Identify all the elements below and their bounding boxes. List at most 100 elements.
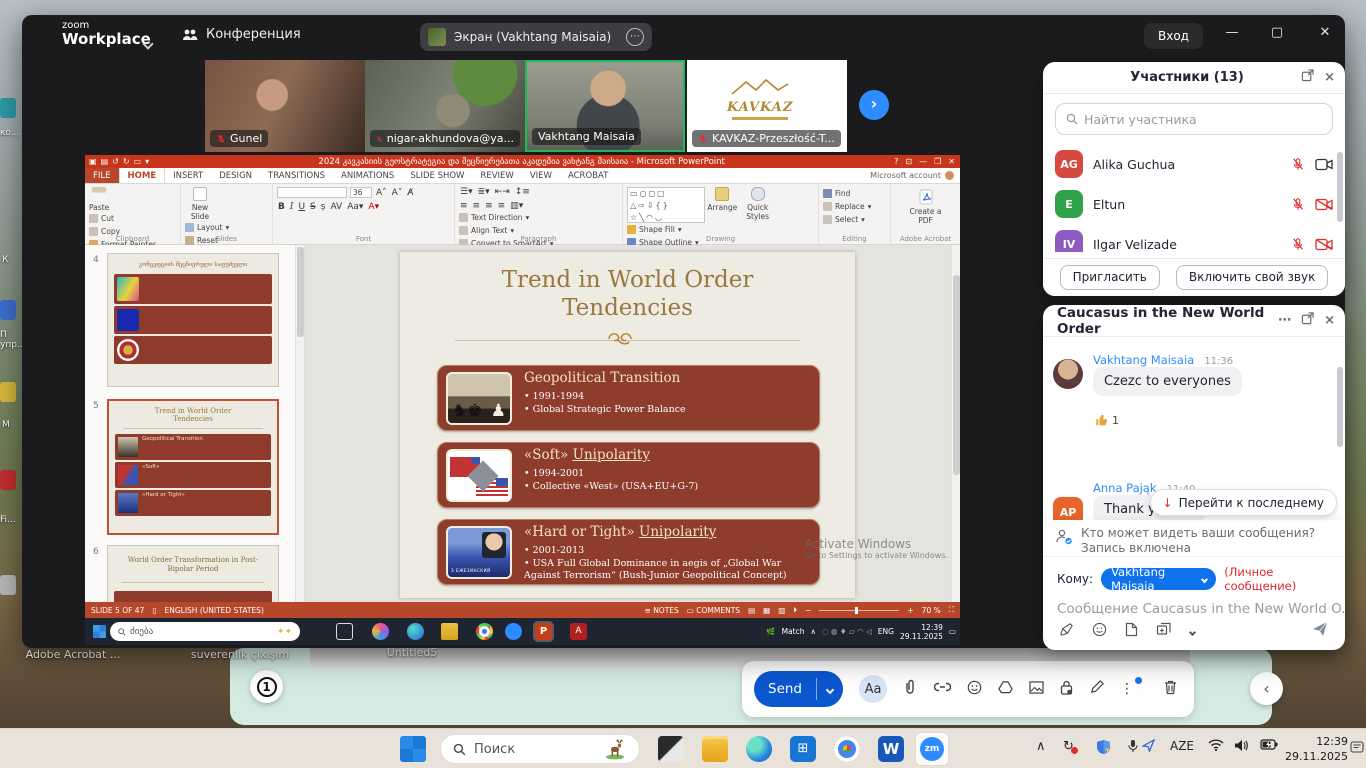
language-indicator[interactable]: ENGLISH (UNITED STATES) <box>165 606 264 615</box>
card-geopolitical-transition[interactable]: ♞♚♟ Geopolitical Transition 1991-1994 Gl… <box>437 365 820 431</box>
zoom-level[interactable]: 70 % <box>922 606 941 615</box>
text-direction-button[interactable]: Text Direction ▾ <box>459 211 554 224</box>
mic-muted-icon[interactable] <box>1291 237 1305 251</box>
participant-row[interactable]: IV Ilgar Velizade <box>1043 224 1345 252</box>
start-button-icon[interactable] <box>93 625 106 638</box>
weather-widget-icon[interactable]: 🌿 <box>766 627 775 636</box>
wifi-icon[interactable] <box>1208 739 1224 755</box>
close-participants-icon[interactable]: × <box>1324 70 1335 85</box>
slide-thumb-6[interactable]: World Order Transformation in Post-Bipol… <box>107 545 279 602</box>
mic-muted-icon[interactable] <box>1291 157 1305 171</box>
ppt-restore-icon[interactable]: ❐ <box>934 157 941 166</box>
select-button[interactable]: Select ▾ <box>823 213 886 226</box>
tab-acrobat[interactable]: ACROBAT <box>560 168 616 183</box>
signin-button[interactable]: Вход <box>1144 23 1203 49</box>
view-normal-icon[interactable]: ▤ <box>748 606 755 615</box>
thumbnail-scrollbar[interactable] <box>295 245 304 602</box>
file-explorer-icon[interactable] <box>441 623 458 640</box>
shapes-gallery[interactable]: ▭○◻▢△⇨⇩{}☆╲◠◡ <box>627 187 705 223</box>
tray-expand-chevron[interactable]: ∧ <box>1036 739 1046 754</box>
participants-scrollbar[interactable] <box>1337 152 1343 222</box>
message-author[interactable]: Anna Pająk <box>1093 481 1157 495</box>
align-right-button[interactable]: ≡ <box>484 201 494 211</box>
participant-row[interactable]: AG Alika Guchua <box>1043 144 1345 184</box>
recording-sync-icon[interactable]: ↻ <box>1063 739 1074 754</box>
font-name-box[interactable] <box>277 187 347 198</box>
word-button[interactable]: W <box>878 736 904 762</box>
next-videos-button[interactable]: › <box>859 90 889 120</box>
taskbar-search[interactable]: Поиск <box>440 734 640 764</box>
align-center-button[interactable]: ≡ <box>472 201 482 211</box>
edge-icon[interactable] <box>407 623 424 640</box>
change-case-button[interactable]: Aa▾ <box>346 202 364 212</box>
shared-search-box[interactable]: ძიება ✦✦ <box>110 622 300 641</box>
zoom-app-icon[interactable] <box>505 623 522 640</box>
tab-meeting[interactable]: Конференция <box>182 27 301 42</box>
participant-row[interactable]: E Eltun <box>1043 184 1345 224</box>
signature-pen-icon[interactable] <box>1089 680 1104 699</box>
edge-button[interactable] <box>746 736 772 762</box>
arrange-button[interactable]: Arrange <box>707 187 737 212</box>
redo-icon[interactable]: ↻ <box>123 157 130 166</box>
create-pdf-button[interactable]: Create a PDF <box>895 189 956 225</box>
justify-button[interactable]: ≡ <box>497 201 507 211</box>
copilot-sparkle-icon[interactable]: ✦✦ <box>277 627 292 637</box>
share-screen-pill[interactable]: Экран (Vakhtang Maisaia) ⋯ <box>420 23 652 51</box>
video-tile-nigar[interactable]: nigar-akhundova@ya... <box>365 60 525 152</box>
desktop-icon-label[interactable]: Adobe Acrobat ... <box>8 648 138 662</box>
zoom-slider-knob[interactable] <box>855 607 858 614</box>
chrome-button[interactable] <box>834 736 860 762</box>
send-options-chevron-icon[interactable] <box>817 681 843 697</box>
ppt-minimize-icon[interactable]: — <box>919 157 927 166</box>
clear-formatting-icon[interactable]: A̸ <box>406 188 414 198</box>
video-tile-vakhtang-active-speaker[interactable]: Vakhtang Maisaia <box>525 60 685 152</box>
view-slideshow-icon[interactable]: ⏵ <box>793 605 797 615</box>
replace-button[interactable]: Replace ▾ <box>823 200 886 213</box>
quick-styles-button[interactable]: Quick Styles <box>744 187 772 221</box>
tab-slideshow[interactable]: SLIDE SHOW <box>402 168 472 183</box>
zoom-taskbar-button-active[interactable]: zm <box>915 732 949 766</box>
tab-insert[interactable]: INSERT <box>165 168 211 183</box>
insert-image-icon[interactable] <box>1029 681 1044 698</box>
shared-language[interactable]: ENG <box>878 627 894 636</box>
screenshot-icon[interactable] <box>1156 622 1172 640</box>
underline-button[interactable]: U <box>297 202 306 212</box>
new-slide-button[interactable]: New Slide <box>185 187 215 221</box>
chat-more-icon[interactable]: ⋯ <box>1278 313 1291 328</box>
text-shadow-button[interactable]: s̩ <box>320 202 327 212</box>
cut-button[interactable]: Cut <box>89 212 156 225</box>
volume-icon[interactable] <box>1234 739 1248 756</box>
scrollbar-thumb[interactable] <box>953 275 960 475</box>
notes-button[interactable]: ≡ NOTES <box>645 606 679 615</box>
ribbon-options-icon[interactable]: ⊡ <box>905 157 912 166</box>
card-soft-unipolarity[interactable]: «Soft» Unipolarity 1994-2001 Collective … <box>437 442 820 508</box>
numbering-button[interactable]: ≣▾ <box>477 187 491 197</box>
columns-button[interactable]: ▥▾ <box>509 201 524 211</box>
help-icon[interactable]: ? <box>894 157 898 166</box>
minimize-button[interactable]: — <box>1217 25 1247 40</box>
invite-button[interactable]: Пригласить <box>1060 265 1160 290</box>
tab-view[interactable]: VIEW <box>522 168 560 183</box>
zoom-out-icon[interactable]: − <box>805 606 811 615</box>
show-desktop-notifications-icon[interactable] <box>1350 741 1364 757</box>
video-tile-kavkaz[interactable]: KAVKAZ KAVKAZ-Przeszłość-T... <box>687 60 847 152</box>
view-reading-icon[interactable]: ▥ <box>778 606 785 615</box>
task-view-button[interactable] <box>658 736 684 762</box>
shared-clock[interactable]: 12:3929.11.2025 <box>900 623 943 641</box>
location-arrow-icon[interactable] <box>1142 739 1155 756</box>
desktop-icon[interactable] <box>0 98 16 118</box>
chat-popout-icon[interactable] <box>1301 312 1314 329</box>
desktop-icon[interactable] <box>0 575 16 595</box>
tab-transitions[interactable]: TRANSITIONS <box>260 168 333 183</box>
strikethrough-button[interactable]: S <box>309 202 317 212</box>
share-options-icon[interactable]: ⋯ <box>626 28 644 46</box>
popout-icon[interactable] <box>1301 69 1314 86</box>
paste-button[interactable]: Paste <box>89 187 109 212</box>
send-message-icon[interactable] <box>1311 620 1329 642</box>
find-button[interactable]: Find <box>823 187 886 200</box>
ms-store-button[interactable]: ⊞ <box>790 736 816 762</box>
tray-expand-icon[interactable]: ∧ <box>810 627 816 636</box>
spell-check-icon[interactable]: ▯ <box>152 606 156 615</box>
align-left-button[interactable]: ≡ <box>459 201 469 211</box>
slide-title[interactable]: Trend in World OrderTendencies <box>400 266 855 322</box>
